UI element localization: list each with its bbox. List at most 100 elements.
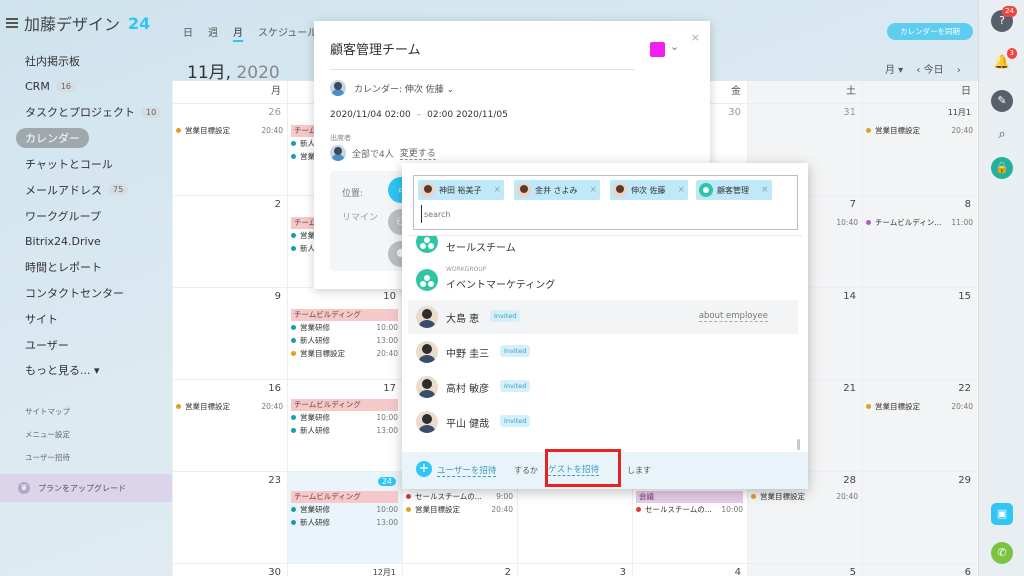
calendar-event[interactable]: 営業目標設定 20:40: [866, 401, 973, 413]
day-cell[interactable]: 12月1: [287, 563, 402, 576]
list-item[interactable]: WORKGROUP イベントマーケティング: [408, 260, 798, 296]
calendar-event[interactable]: 営業目標設定 20:40: [176, 125, 283, 137]
list-item[interactable]: 高村 敏彦 Invited: [408, 370, 798, 404]
search-input[interactable]: [421, 205, 621, 223]
day-cell[interactable]: 22: [862, 379, 977, 471]
calendar-event[interactable]: 会議: [636, 491, 743, 503]
sidebar-item-chat[interactable]: チャットとコール: [0, 151, 172, 177]
event-datetime[interactable]: 2020/11/04 02:00 – 02:00 2020/11/05: [330, 110, 508, 120]
list-item[interactable]: 平山 健哉 Invited: [408, 405, 798, 439]
day-cell[interactable]: 6: [862, 563, 977, 576]
prev-button[interactable]: ‹: [916, 65, 920, 76]
chat-icon[interactable]: ✎: [991, 90, 1013, 112]
bell-icon[interactable]: 🔔 3: [991, 48, 1017, 74]
logo[interactable]: 加藤デザイン 24: [6, 11, 150, 35]
remove-tag-icon[interactable]: ×: [494, 185, 502, 195]
sidebar-item-crm[interactable]: CRM 16: [0, 74, 172, 100]
menu-settings-link[interactable]: メニュー設定: [25, 423, 70, 446]
calendar-event[interactable]: チームビルディング: [291, 491, 398, 503]
help-icon[interactable]: ? 24: [991, 6, 1017, 32]
sidebar-item-feed[interactable]: 社内掲示板: [0, 48, 172, 74]
invite-users-link[interactable]: ユーザー招待: [25, 446, 70, 469]
calendar-event[interactable]: セールスチームの... 10:00: [636, 504, 743, 516]
event-dot: [406, 494, 411, 499]
tag-user[interactable]: 伸次 佐藤 ×: [610, 180, 689, 200]
day-cell[interactable]: 5: [747, 563, 862, 576]
today-button[interactable]: 今日: [924, 65, 944, 76]
event-title[interactable]: 顧客管理チーム: [330, 39, 635, 70]
search-icon[interactable]: ⌕: [991, 124, 1013, 146]
calendar-event[interactable]: 営業研修 10:00: [291, 322, 398, 334]
day-cell[interactable]: 23: [172, 471, 287, 563]
event-color-picker[interactable]: [650, 42, 665, 57]
sidebar-item-drive[interactable]: Bitrix24.Drive: [0, 229, 172, 255]
calendar-event[interactable]: 営業目標設定 20:40: [291, 348, 398, 360]
sidebar-item-more[interactable]: もっと見る... ▾: [0, 358, 172, 384]
tab-month[interactable]: 月: [233, 24, 243, 42]
calendar-event[interactable]: 新人研修 13:00: [291, 425, 398, 437]
plus-icon[interactable]: +: [416, 461, 432, 477]
list-item[interactable]: セールスチーム: [408, 236, 798, 258]
remove-tag-icon[interactable]: ×: [678, 185, 686, 195]
sidebar-item-sites[interactable]: サイト: [0, 306, 172, 332]
tab-day[interactable]: 日: [183, 24, 193, 39]
calendar-event[interactable]: 営業目標設定 20:40: [176, 401, 283, 413]
calendar-event[interactable]: チームビルディング: [291, 399, 398, 411]
sidebar-item-users[interactable]: ユーザー: [0, 332, 172, 358]
day-cell[interactable]: 8: [862, 195, 977, 287]
day-cell[interactable]: 2: [172, 195, 287, 287]
sidebar-item-contact-center[interactable]: コンタクトセンター: [0, 280, 172, 306]
tag-group[interactable]: 顧客管理 ×: [696, 180, 772, 200]
change-attendees-link[interactable]: 変更する: [399, 146, 436, 160]
sidebar-item-workgroups[interactable]: ワークグループ: [0, 203, 172, 229]
phone-icon[interactable]: ✆: [991, 542, 1013, 564]
list-item[interactable]: 大島 恵 Invited about employee: [408, 300, 798, 334]
day-cell[interactable]: 2: [402, 563, 517, 576]
calendar-owner[interactable]: カレンダー: 伸次 佐藤 ⌄: [330, 80, 454, 96]
invite-user-link[interactable]: ユーザーを招待: [437, 464, 497, 477]
close-icon[interactable]: ×: [691, 31, 700, 44]
calendar-event[interactable]: 営業目標設定 20:40: [866, 125, 973, 137]
day-cell[interactable]: 30: [172, 563, 287, 576]
about-employee-link[interactable]: about employee: [698, 311, 768, 322]
chevron-down-icon[interactable]: ⌄: [670, 40, 679, 53]
calendar-event[interactable]: 新人研修 13:00: [291, 517, 398, 529]
selected-tags-box[interactable]: 神田 裕美子 × 金井 さよみ × 伸次 佐藤 × 顧客管理 ×: [413, 175, 798, 230]
day-cell[interactable]: 4: [632, 563, 747, 576]
day-cell[interactable]: 29: [862, 471, 977, 563]
upgrade-plan-button[interactable]: ♛ プランをアップグレード: [0, 474, 172, 502]
calendar-event[interactable]: セールスチームの... 9:00: [406, 491, 513, 503]
menu-icon[interactable]: [6, 18, 18, 28]
day-cell[interactable]: 26: [172, 103, 287, 195]
view-select[interactable]: 月 ▾: [885, 65, 903, 76]
list-item[interactable]: 中野 圭三 Invited: [408, 335, 798, 369]
calendar-event[interactable]: 営業研修 10:00: [291, 412, 398, 424]
sidebar-item-calendar[interactable]: カレンダー: [0, 125, 172, 151]
lock-icon[interactable]: 🔒: [991, 157, 1013, 179]
tag-user[interactable]: 神田 裕美子 ×: [418, 180, 505, 200]
day-cell[interactable]: 16: [172, 379, 287, 471]
sitemap-link[interactable]: サイトマップ: [25, 400, 70, 423]
sidebar-item-mail[interactable]: メールアドレス 75: [0, 177, 172, 203]
remove-tag-icon[interactable]: ×: [590, 185, 598, 195]
calendar-event[interactable]: 営業目標設定 20:40: [406, 504, 513, 516]
tab-schedule[interactable]: スケジュール: [258, 24, 317, 39]
sidebar-item-tasks[interactable]: タスクとプロジェクト 10: [0, 100, 172, 126]
remove-tag-icon[interactable]: ×: [761, 185, 769, 195]
scrollbar[interactable]: [797, 439, 800, 450]
next-button[interactable]: ›: [957, 65, 961, 76]
day-cell[interactable]: 15: [862, 287, 977, 379]
day-cell[interactable]: 11月1: [862, 103, 977, 195]
tag-user[interactable]: 金井 さよみ ×: [514, 180, 601, 200]
calendar-event[interactable]: 営業目標設定 20:40: [751, 491, 858, 503]
screen-icon[interactable]: ▣: [991, 503, 1013, 525]
calendar-event[interactable]: チームビルディン... 11:00: [866, 217, 973, 229]
sidebar-item-time[interactable]: 時間とレポート: [0, 254, 172, 280]
calendar-event[interactable]: 新人研修 13:00: [291, 335, 398, 347]
sync-calendar-button[interactable]: カレンダーを同期: [887, 23, 973, 40]
calendar-event[interactable]: チームビルディング: [291, 309, 398, 321]
day-cell[interactable]: 3: [517, 563, 632, 576]
tab-week[interactable]: 週: [208, 24, 218, 39]
calendar-event[interactable]: 営業研修 10:00: [291, 504, 398, 516]
day-cell[interactable]: 9: [172, 287, 287, 379]
